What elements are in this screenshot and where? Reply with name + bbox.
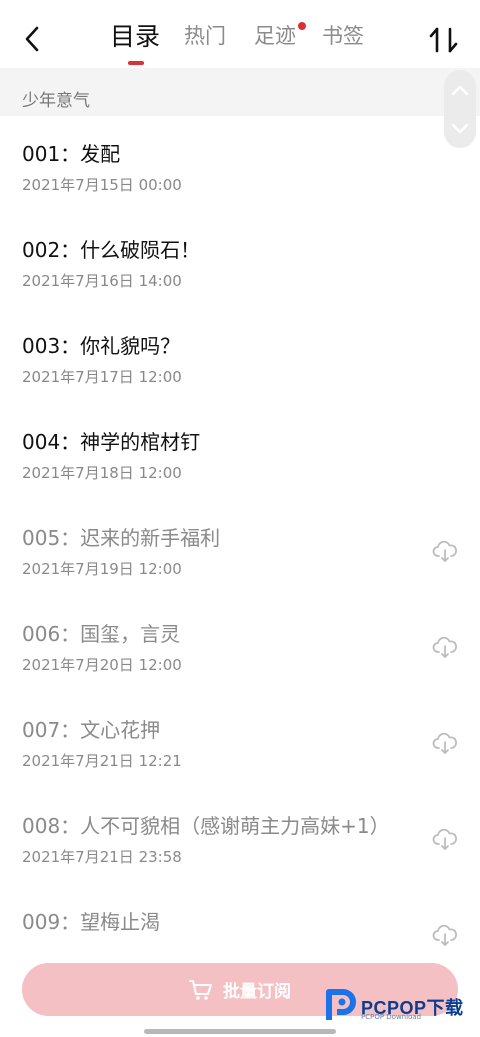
tab-catalog[interactable]: 目录 — [110, 17, 160, 53]
chapter-date: 2021年7月19日 12:00 — [22, 560, 182, 578]
chapter-date: 2021年7月15日 00:00 — [22, 176, 182, 194]
cloud-download-icon[interactable] — [432, 922, 458, 948]
chapter-date: 2021年7月21日 12:21 — [22, 752, 182, 770]
active-tab-indicator — [128, 61, 144, 65]
back-button[interactable] — [18, 22, 46, 56]
history-new-badge — [298, 22, 306, 30]
batch-subscribe-label: 批量订阅 — [223, 982, 291, 1002]
chevron-up-icon[interactable] — [451, 84, 469, 96]
top-nav-bar: 目录 热门 足迹 书签 — [0, 0, 480, 68]
watermark-subtext: PCPOP Download — [361, 1013, 422, 1021]
pcpop-logo-icon — [326, 989, 356, 1020]
tab-history[interactable]: 足迹 — [254, 20, 296, 50]
chapter-title: 007：文心花押 — [22, 718, 161, 742]
cloud-download-icon[interactable] — [432, 730, 458, 756]
chapter-title: 001：发配 — [22, 142, 121, 166]
chapter-title: 006：国玺，言灵 — [22, 622, 181, 646]
chapter-title: 008：人不可貌相（感谢萌主力高妹+1） — [22, 814, 390, 838]
sort-order-icon — [429, 27, 458, 53]
chapter-date: 2021年7月16日 14:00 — [22, 272, 182, 290]
chevron-left-icon — [25, 26, 39, 52]
chapter-item[interactable]: 003：你礼貌吗？ 2021年7月17日 12:00 — [0, 308, 480, 404]
chapter-title: 005：迟来的新手福利 — [22, 526, 221, 550]
chapter-title: 002：什么破陨石！ — [22, 238, 201, 262]
chapter-item[interactable]: 001：发配 2021年7月15日 00:00 — [0, 116, 480, 212]
chapter-date: 2021年7月17日 12:00 — [22, 368, 182, 386]
cloud-download-icon[interactable] — [432, 538, 458, 564]
volume-header: 少年意气 — [0, 68, 480, 116]
chapter-title: 003：你礼貌吗？ — [22, 334, 181, 358]
home-indicator — [144, 1029, 336, 1034]
cloud-download-icon[interactable] — [432, 634, 458, 660]
chapter-item-locked[interactable]: 006：国玺，言灵 2021年7月20日 12:00 — [0, 596, 480, 692]
shopping-cart-icon — [189, 979, 212, 1000]
cloud-download-icon[interactable] — [432, 826, 458, 852]
chapter-item[interactable]: 004：神学的棺材钉 2021年7月18日 12:00 — [0, 404, 480, 500]
chapter-item-locked[interactable]: 008：人不可貌相（感谢萌主力高妹+1） 2021年7月21日 23:58 — [0, 788, 480, 884]
tab-popular[interactable]: 热门 — [184, 20, 226, 50]
chapter-title: 004：神学的棺材钉 — [22, 430, 201, 454]
volume-title: 少年意气 — [22, 91, 90, 111]
chapter-item-locked[interactable]: 005：迟来的新手福利 2021年7月19日 12:00 — [0, 500, 480, 596]
tab-bookmarks[interactable]: 书签 — [322, 20, 364, 50]
chapter-date: 2021年7月18日 12:00 — [22, 464, 182, 482]
chapter-date: 2021年7月20日 12:00 — [22, 656, 182, 674]
chapter-item-locked[interactable]: 007：文心花押 2021年7月21日 12:21 — [0, 692, 480, 788]
watermark-logo: PCPOP下载 PCPOP Download — [325, 986, 475, 1022]
chapter-item[interactable]: 002：什么破陨石！ 2021年7月16日 14:00 — [0, 212, 480, 308]
chapter-title: 009：望梅止渴 — [22, 910, 161, 934]
sort-button[interactable] — [428, 24, 460, 56]
chapter-date: 2021年7月21日 23:58 — [22, 848, 182, 866]
